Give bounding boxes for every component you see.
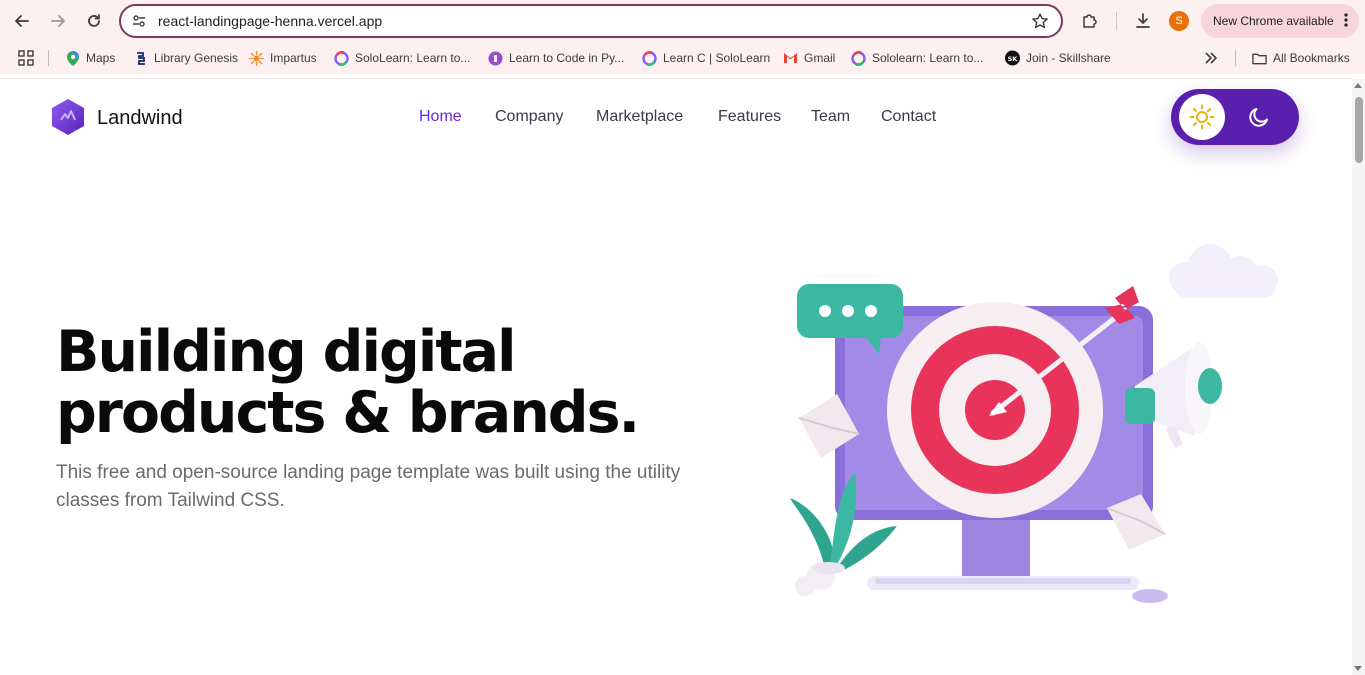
chevron-double-right-icon — [1205, 52, 1218, 64]
scroll-thumb[interactable] — [1355, 97, 1363, 163]
bookmark-sololearn-2[interactable]: Sololearn: Learn to... — [851, 50, 983, 66]
nav-features[interactable]: Features — [718, 108, 781, 126]
sololearn-icon — [851, 50, 866, 66]
brand-name[interactable]: Landwind — [97, 107, 183, 130]
page-divider — [0, 78, 1352, 79]
address-bar[interactable]: react-landingpage-henna.vercel.app — [119, 4, 1063, 38]
light-mode-button[interactable] — [1179, 94, 1225, 140]
hero-title-line2: products & brands. — [56, 380, 640, 446]
bookmarks-bar: Maps Library Genesis Impartus SoloLearn:… — [0, 42, 1365, 74]
forward-button[interactable] — [46, 9, 70, 33]
bookmark-library-genesis[interactable]: Library Genesis — [133, 50, 238, 66]
monitor-stand — [962, 513, 1030, 577]
bookmarks-divider-right — [1235, 50, 1236, 66]
bookmark-impartus[interactable]: Impartus — [249, 50, 317, 66]
site-settings-icon[interactable] — [131, 13, 147, 29]
puzzle-icon — [1083, 14, 1097, 28]
arrow-right-icon — [51, 15, 65, 27]
learn-python-icon — [488, 51, 503, 66]
moon-icon — [1249, 108, 1268, 127]
extensions-button[interactable] — [1078, 9, 1102, 33]
bookmark-learn-python[interactable]: Learn to Code in Py... — [488, 50, 624, 66]
reload-icon — [88, 14, 100, 27]
landwind-logo-icon[interactable] — [50, 98, 86, 136]
nav-company[interactable]: Company — [495, 108, 563, 126]
more-bookmarks-button[interactable] — [1204, 50, 1218, 66]
url-text[interactable]: react-landingpage-henna.vercel.app — [158, 13, 382, 29]
downloads-button[interactable] — [1131, 9, 1155, 33]
svg-text:SK: SK — [1008, 55, 1019, 63]
toolbar-divider — [1116, 12, 1117, 30]
update-chrome-button[interactable]: New Chrome available — [1201, 4, 1359, 38]
download-icon — [1136, 13, 1150, 28]
bookmarks-divider — [48, 50, 49, 66]
nav-marketplace[interactable]: Marketplace — [596, 108, 683, 126]
mouse-icon — [1132, 589, 1168, 603]
back-button[interactable] — [10, 9, 34, 33]
cloud-icon — [1169, 244, 1278, 298]
profile-avatar[interactable]: S — [1169, 11, 1189, 31]
scroll-up-arrow[interactable] — [1354, 83, 1362, 88]
sololearn-icon — [334, 50, 349, 66]
more-vert-icon[interactable] — [1343, 12, 1349, 28]
arrow-left-icon — [15, 15, 29, 27]
sun-icon — [1189, 104, 1215, 130]
all-bookmarks-button[interactable]: All Bookmarks — [1252, 50, 1350, 66]
theme-toggle[interactable] — [1171, 89, 1299, 145]
hero-title-line1: Building digital — [56, 319, 517, 385]
apps-button[interactable] — [18, 50, 34, 66]
bookmark-star-icon[interactable] — [1031, 12, 1049, 30]
nav-contact[interactable]: Contact — [881, 108, 936, 126]
hero-illustration — [790, 244, 1278, 603]
gmail-icon — [783, 51, 798, 66]
apps-grid-icon — [18, 50, 34, 66]
browser-toolbar: react-landingpage-henna.vercel.app S New… — [0, 0, 1365, 42]
skillshare-icon: SK — [1005, 50, 1020, 66]
bookmark-maps[interactable]: Maps — [65, 50, 115, 66]
bookmark-sololearn-1[interactable]: SoloLearn: Learn to... — [334, 50, 470, 66]
folder-icon — [1252, 51, 1267, 66]
bookmark-learn-c[interactable]: Learn C | SoloLearn — [642, 50, 770, 66]
nav-team[interactable]: Team — [811, 108, 850, 126]
scroll-down-arrow[interactable] — [1354, 666, 1362, 671]
nav-home[interactable]: Home — [419, 108, 462, 126]
sololearn-icon — [642, 50, 657, 66]
dark-mode-button[interactable] — [1245, 103, 1273, 131]
bookmark-gmail[interactable]: Gmail — [783, 50, 835, 66]
library-genesis-icon — [133, 51, 148, 66]
hero-description: This free and open-source landing page t… — [56, 462, 681, 511]
impartus-icon — [249, 50, 264, 66]
update-chrome-label: New Chrome available — [1213, 14, 1334, 28]
page-scrollbar[interactable] — [1352, 79, 1365, 675]
hero-title: Building digital products & brands. — [56, 322, 696, 444]
maps-pin-icon — [65, 50, 80, 66]
bookmark-skillshare[interactable]: SK Join - Skillshare — [1005, 50, 1111, 66]
reload-button[interactable] — [82, 9, 106, 33]
